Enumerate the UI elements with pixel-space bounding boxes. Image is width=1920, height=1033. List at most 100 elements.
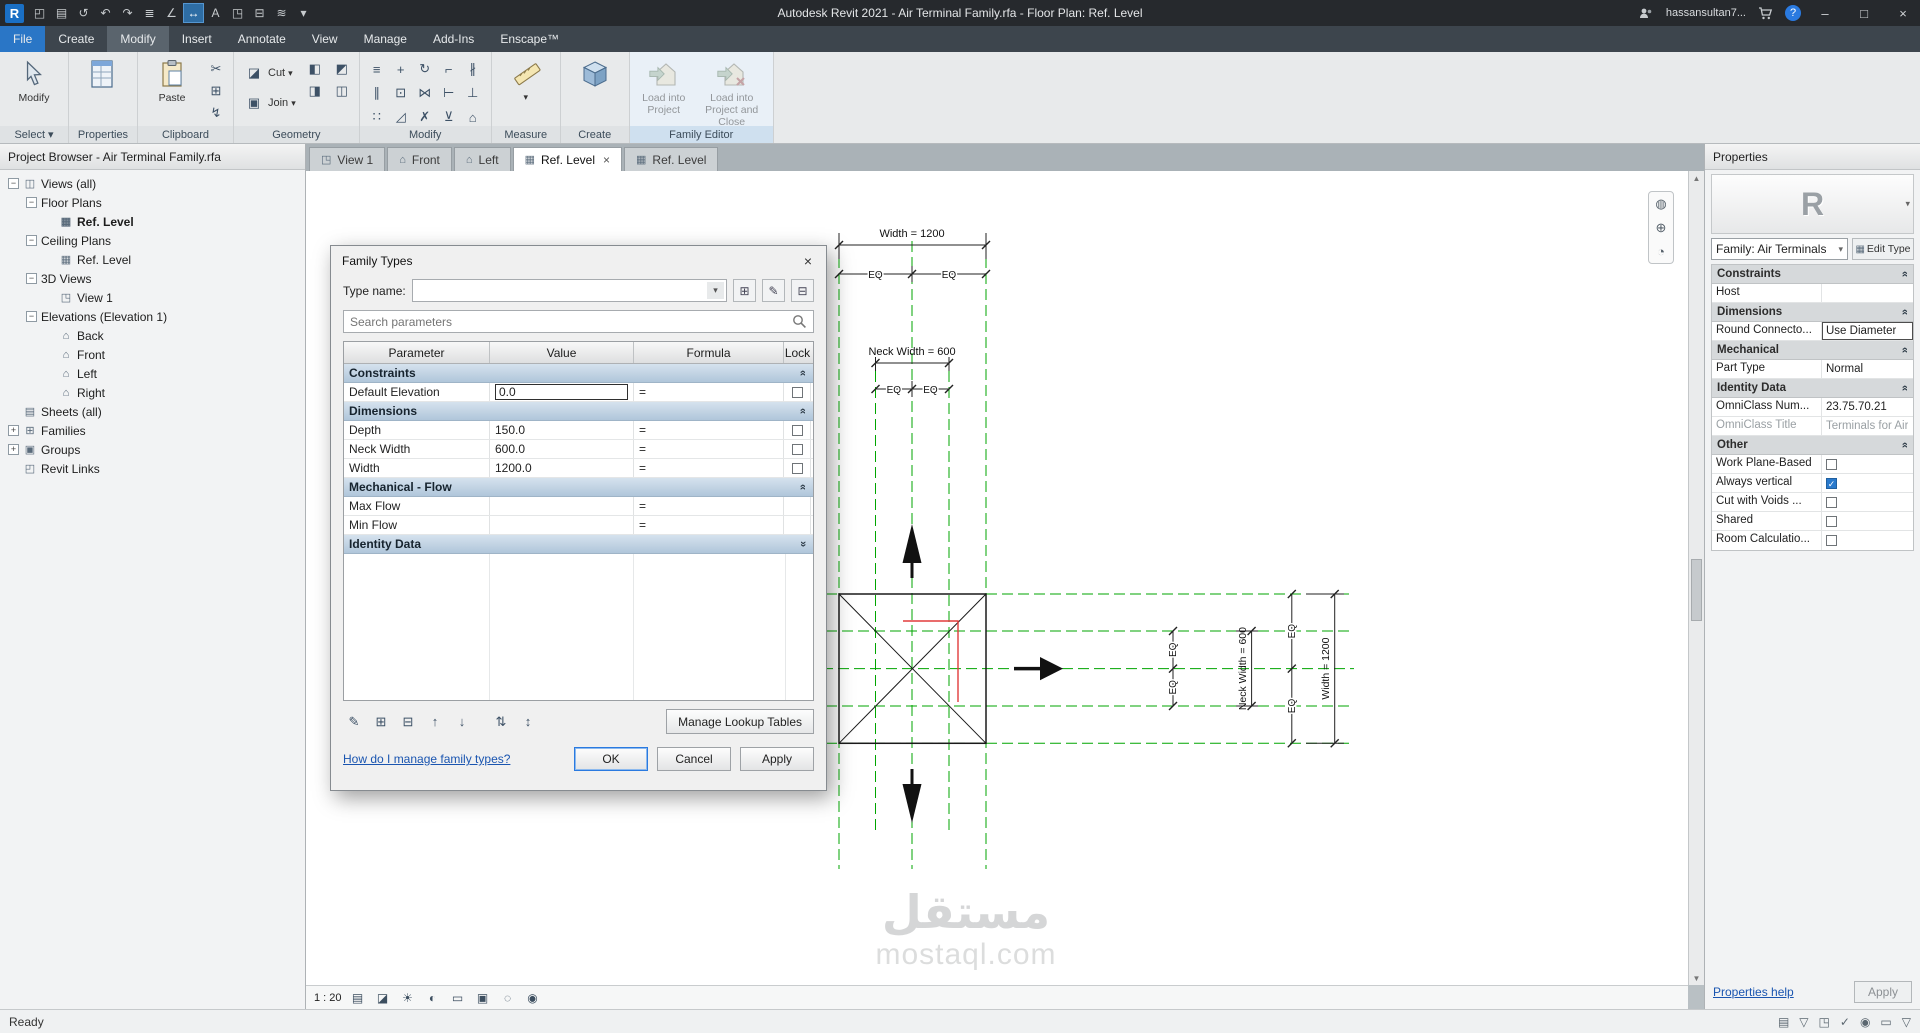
- aligned-dimension-icon[interactable]: ↔: [183, 3, 204, 23]
- property-row-host[interactable]: Host: [1712, 284, 1913, 303]
- family-types-help-link[interactable]: How do I manage family types?: [343, 752, 510, 766]
- steering-wheel-icon[interactable]: ◍: [1655, 196, 1666, 212]
- tab-view[interactable]: View: [299, 26, 351, 52]
- collapse-section-icon[interactable]: »: [797, 484, 809, 490]
- type-name-combo[interactable]: ▾: [411, 279, 727, 302]
- detail-level-icon[interactable]: ▤: [349, 990, 367, 1006]
- collapse-group-icon[interactable]: »: [1899, 309, 1911, 315]
- close-button[interactable]: ×: [1888, 1, 1918, 25]
- reveal-hidden-icon[interactable]: ◉: [524, 990, 542, 1006]
- reference-planes[interactable]: [806, 241, 1354, 869]
- tree-item-groups[interactable]: + ▣ Groups: [0, 440, 305, 459]
- round-connector-value[interactable]: Use Diameter: [1822, 322, 1913, 340]
- filter-icon[interactable]: ▽: [1902, 1015, 1911, 1029]
- flow-arrow-up[interactable]: [902, 524, 922, 578]
- maximize-button[interactable]: □: [1849, 1, 1879, 25]
- tree-item-ref-level-floor[interactable]: ▦ Ref. Level: [0, 212, 305, 231]
- scroll-down-icon[interactable]: ▼: [1689, 971, 1704, 985]
- move-icon[interactable]: +: [390, 59, 412, 79]
- array-icon[interactable]: ∷: [366, 107, 388, 127]
- scrollbar-thumb[interactable]: [1691, 559, 1702, 621]
- tree-item-elevations[interactable]: − Elevations (Elevation 1): [0, 307, 305, 326]
- cut-to-clipboard-icon[interactable]: ✂: [205, 59, 227, 79]
- property-row-omniclass-number[interactable]: OmniClass Num... 23.75.70.21: [1712, 398, 1913, 417]
- param-row-min-flow[interactable]: Min Flow =: [344, 516, 813, 535]
- design-options-icon[interactable]: ▽: [1799, 1015, 1808, 1029]
- collapse-group-icon[interactable]: »: [1899, 347, 1911, 353]
- param-row-max-flow[interactable]: Max Flow =: [344, 497, 813, 516]
- zoom-icon[interactable]: ⊕: [1656, 220, 1667, 236]
- tree-item-ref-level-ceiling[interactable]: ▦ Ref. Level: [0, 250, 305, 269]
- new-parameter-icon[interactable]: ⊞: [370, 712, 392, 732]
- group-identity-data[interactable]: Identity Data»: [1712, 379, 1913, 398]
- collapse-group-icon[interactable]: »: [1899, 442, 1911, 448]
- paint-icon[interactable]: ◧: [304, 59, 326, 79]
- max-flow-formula-cell[interactable]: =: [634, 497, 784, 515]
- property-row-round-connector[interactable]: Round Connecto... Use Diameter: [1712, 322, 1913, 341]
- pin-icon[interactable]: ⊥: [462, 83, 484, 103]
- width-formula-cell[interactable]: =: [634, 459, 784, 477]
- collapse-icon[interactable]: −: [26, 197, 37, 208]
- load-into-project-close-button[interactable]: Load into Project and Close: [697, 55, 767, 128]
- expand-icon[interactable]: +: [8, 425, 19, 436]
- section-mechanical-flow[interactable]: Mechanical - Flow»: [344, 478, 813, 497]
- dialog-close-icon[interactable]: ×: [790, 248, 826, 274]
- properties-apply-button[interactable]: Apply: [1854, 981, 1912, 1003]
- show-crop-region-icon[interactable]: ▣: [474, 990, 492, 1006]
- redo-icon[interactable]: ↷: [117, 3, 138, 23]
- dimension-eq-neck-top[interactable]: EQ EQ: [871, 381, 954, 398]
- properties-help-link[interactable]: Properties help: [1713, 985, 1794, 999]
- tree-item-3d-views[interactable]: −3D Views: [0, 269, 305, 288]
- minimize-button[interactable]: –: [1810, 1, 1840, 25]
- offset-icon[interactable]: ∥: [366, 83, 388, 103]
- property-row-omniclass-title[interactable]: OmniClass Title Terminals for Air: [1712, 417, 1913, 436]
- tab-enscape[interactable]: Enscape™: [487, 26, 572, 52]
- edit-parameter-icon[interactable]: ✎: [343, 712, 365, 732]
- rename-type-button[interactable]: ✎: [762, 279, 785, 302]
- property-row-shared[interactable]: Shared: [1712, 512, 1913, 531]
- tree-item-ceiling-plans[interactable]: − Ceiling Plans: [0, 231, 305, 250]
- view-tab-front[interactable]: ⌂ Front: [387, 147, 452, 171]
- tab-file[interactable]: File: [0, 26, 46, 52]
- flow-arrow-down[interactable]: [902, 769, 922, 823]
- collapse-icon[interactable]: −: [26, 235, 37, 246]
- tree-item-view-1[interactable]: ◳ View 1: [0, 288, 305, 307]
- copy-to-clipboard-icon[interactable]: ⊞: [205, 81, 227, 101]
- close-tab-icon[interactable]: ×: [603, 153, 610, 167]
- min-flow-value-cell[interactable]: [490, 516, 634, 534]
- delete-icon[interactable]: ✗: [414, 107, 436, 127]
- view-tab-view1[interactable]: ◳ View 1: [309, 147, 386, 171]
- type-selector[interactable]: Family: Air Terminals ▾: [1711, 238, 1848, 260]
- preview-dropdown-icon[interactable]: ▾: [1905, 199, 1910, 210]
- move-up-icon[interactable]: ↑: [424, 712, 446, 732]
- work-plane-based-checkbox[interactable]: [1826, 458, 1837, 470]
- help-icon[interactable]: ?: [1785, 5, 1801, 21]
- beam-join-icon[interactable]: ◫: [331, 81, 353, 101]
- collapse-section-icon[interactable]: »: [797, 370, 809, 376]
- part-type-value[interactable]: Normal: [1822, 360, 1913, 378]
- tab-modify[interactable]: Modify: [107, 26, 169, 52]
- tree-item-sheets[interactable]: ▤ Sheets (all): [0, 402, 305, 421]
- sort-ascending-icon[interactable]: ⇅: [490, 712, 512, 732]
- exclude-options-icon[interactable]: ◉: [1860, 1015, 1870, 1029]
- property-row-room-calculation[interactable]: Room Calculatio...: [1712, 531, 1913, 550]
- revit-logo-icon[interactable]: R: [5, 3, 24, 23]
- property-row-work-plane-based[interactable]: Work Plane-Based: [1712, 455, 1913, 474]
- omniclass-number-value[interactable]: 23.75.70.21: [1822, 398, 1913, 416]
- split-icon[interactable]: ∦: [462, 59, 484, 79]
- dimension-eq-top[interactable]: EQ EQ: [834, 266, 991, 283]
- view-tab-ref-level-ceiling[interactable]: ▦ Ref. Level: [624, 147, 719, 171]
- tree-item-floor-plans[interactable]: − Floor Plans: [0, 193, 305, 212]
- collapse-group-icon[interactable]: »: [1899, 271, 1911, 277]
- collapse-section-icon[interactable]: »: [797, 408, 809, 414]
- default-elevation-lock-checkbox[interactable]: [791, 386, 803, 398]
- main-model-icon[interactable]: ◳: [1819, 1015, 1830, 1029]
- tree-item-left[interactable]: ⌂ Left: [0, 364, 305, 383]
- undo-icon[interactable]: ↶: [95, 3, 116, 23]
- delete-type-button[interactable]: ⊟: [791, 279, 814, 302]
- collapse-icon[interactable]: −: [8, 178, 19, 189]
- load-into-project-button[interactable]: Load into Project: [636, 55, 692, 116]
- selected-sketch-lines[interactable]: [903, 620, 959, 702]
- section-dimensions[interactable]: Dimensions»: [344, 402, 813, 421]
- neck-width-value-cell[interactable]: 600.0: [490, 440, 634, 458]
